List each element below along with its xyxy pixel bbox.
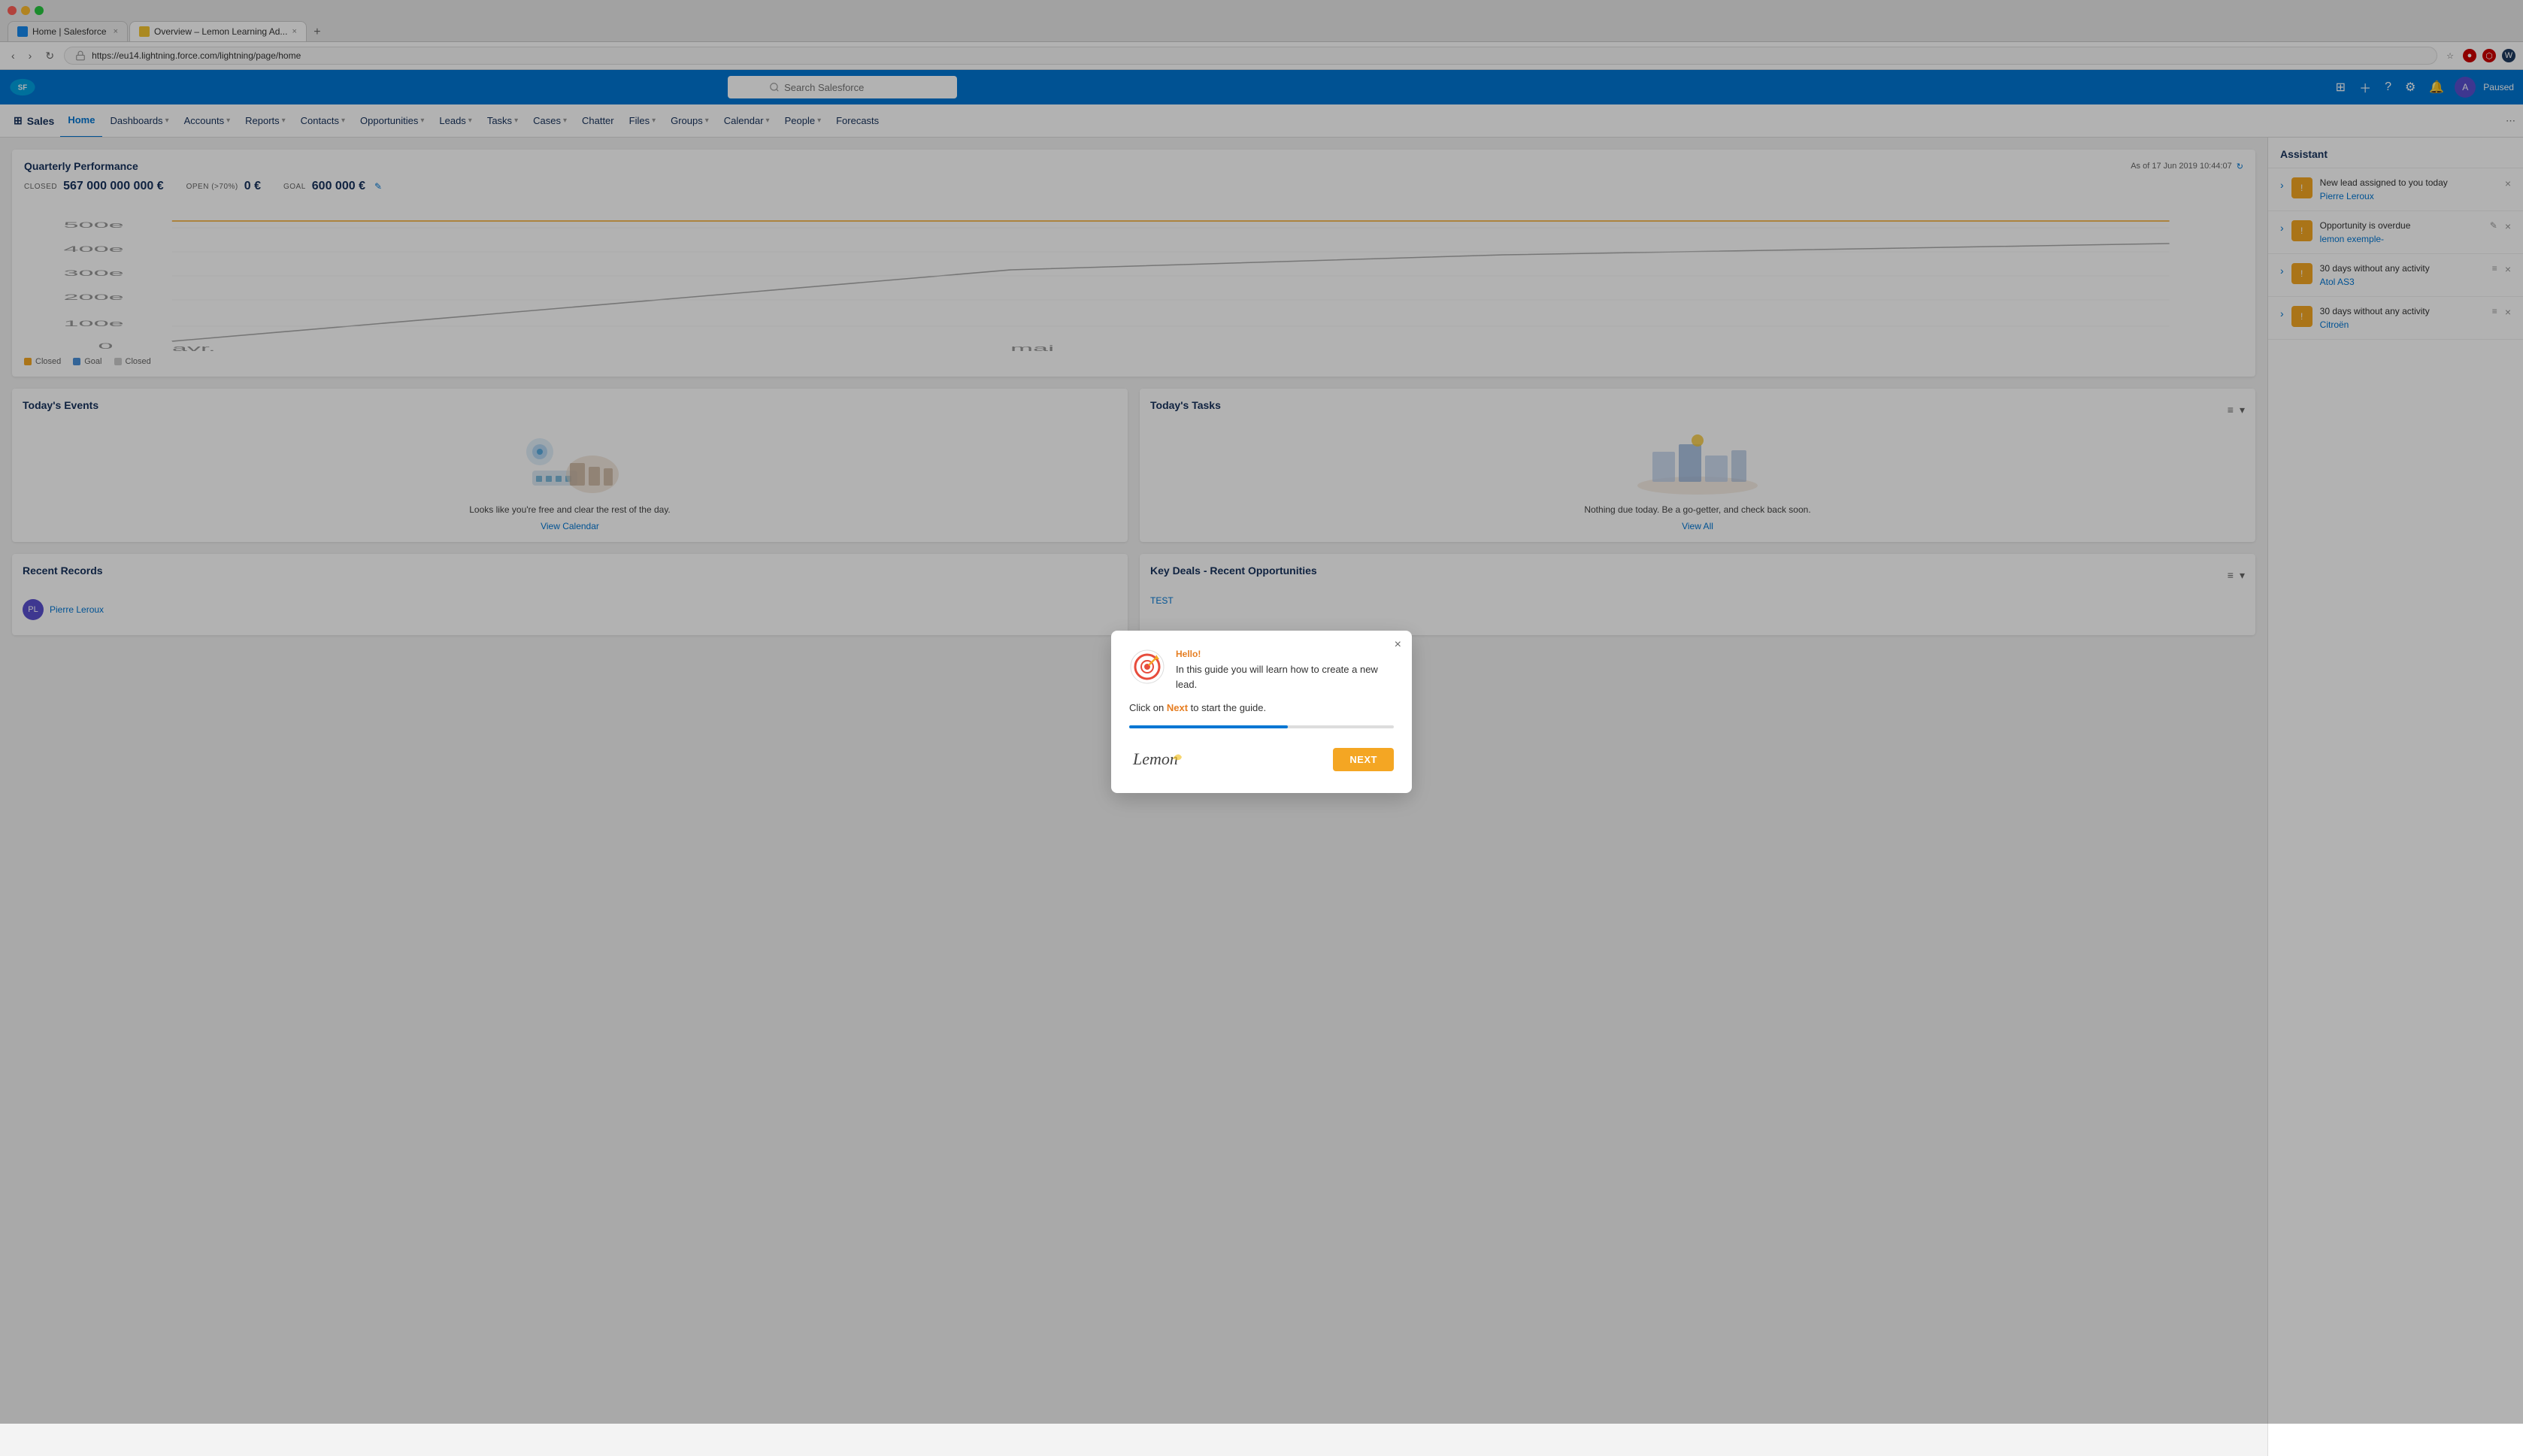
modal-instruction-prefix: Click on	[1129, 702, 1167, 713]
modal-footer: Lemon NEXT	[1129, 743, 1394, 775]
modal-hello: Hello!	[1176, 649, 1394, 659]
modal-text-area: Hello! In this guide you will learn how …	[1176, 649, 1394, 692]
lemon-logo-svg: Lemon	[1129, 743, 1189, 770]
next-button[interactable]: NEXT	[1333, 748, 1394, 771]
modal-progress-fill	[1129, 725, 1288, 728]
lemon-learning-icon	[1129, 649, 1165, 685]
modal-close-button[interactable]: ×	[1395, 638, 1401, 652]
lemon-logo: Lemon	[1129, 743, 1189, 775]
modal-description: In this guide you will learn how to crea…	[1176, 662, 1394, 692]
svg-text:Lemon: Lemon	[1132, 749, 1178, 768]
modal-instruction-suffix: to start the guide.	[1188, 702, 1266, 713]
guide-modal: × Hello! In this guide you will learn ho…	[1111, 631, 1412, 793]
modal-instruction-highlight: Next	[1167, 702, 1188, 713]
modal-icon-area: Hello! In this guide you will learn how …	[1129, 649, 1394, 692]
modal-progress-bar	[1129, 725, 1394, 728]
modal-overlay: × Hello! In this guide you will learn ho…	[0, 0, 2523, 1424]
modal-instruction: Click on Next to start the guide.	[1129, 702, 1394, 713]
